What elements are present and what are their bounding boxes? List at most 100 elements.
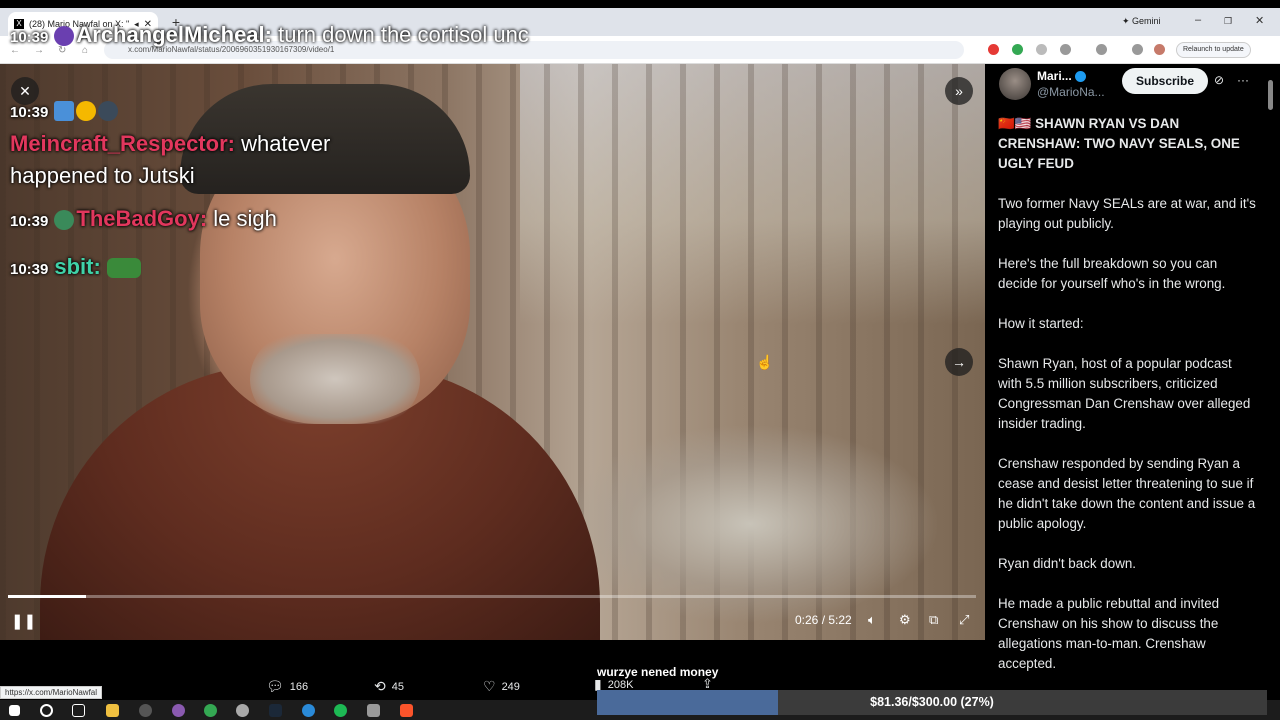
relaunch-button[interactable]: Relaunch to update bbox=[1176, 42, 1251, 58]
app-icon[interactable] bbox=[367, 704, 380, 717]
more-options-icon[interactable]: ··· bbox=[1237, 73, 1249, 87]
subscribe-button[interactable]: Subscribe bbox=[1122, 68, 1209, 94]
goal-label: wurzye nened money bbox=[597, 665, 719, 679]
repost-icon: ⟲ bbox=[374, 678, 386, 694]
chat-colon: : bbox=[264, 22, 279, 47]
chat-colon: : bbox=[93, 254, 107, 279]
tweet-paragraph: Ryan didn't back down. bbox=[998, 556, 1137, 571]
badge-icon bbox=[76, 101, 97, 122]
file-explorer-icon[interactable] bbox=[106, 704, 119, 717]
tweet-panel: Mari... @MarioNa... Subscribe ⊘ ··· 🇨🇳🇺🇸… bbox=[985, 64, 1273, 688]
app-icon[interactable] bbox=[139, 704, 152, 717]
user-badge-icon bbox=[54, 210, 75, 231]
tweet-title: 🇨🇳🇺🇸 SHAWN RYAN VS DAN CRENSHAW: TWO NAV… bbox=[998, 114, 1256, 174]
grok-icon[interactable]: ⊘ bbox=[1214, 73, 1224, 87]
tweet-paragraph: Here's the full breakdown so you can dec… bbox=[998, 256, 1226, 291]
chat-time: 10:39 bbox=[10, 213, 49, 230]
spotify-icon[interactable] bbox=[334, 704, 347, 717]
user-badge-icon bbox=[54, 26, 75, 47]
donation-goal-bar: $81.36/$300.00 (27%) bbox=[597, 690, 1267, 715]
tweet-paragraph: How it started: bbox=[998, 316, 1084, 331]
video-path bbox=[560, 424, 940, 624]
emote-icon bbox=[106, 258, 141, 279]
heart-icon: ♡ bbox=[483, 678, 496, 694]
chat-time: 10:39 bbox=[10, 104, 49, 121]
donation-goal-text: $81.36/$300.00 (27%) bbox=[870, 695, 994, 709]
tweet-paragraph: He made a public rebuttal and invited Cr… bbox=[998, 596, 1220, 671]
panel-scrollbar[interactable] bbox=[1268, 80, 1273, 110]
profile-avatar-icon[interactable] bbox=[1154, 44, 1165, 55]
tweet-title-text: SHAWN RYAN VS DAN CRENSHAW: TWO NAVY SEA… bbox=[998, 116, 1240, 171]
chat-message: Meincraft_Respector: whatever happened t… bbox=[10, 128, 390, 192]
view-count: 208K bbox=[607, 678, 634, 691]
volume-icon[interactable]: 🔈︎ bbox=[868, 612, 876, 628]
flag-icon: 🇨🇳🇺🇸 bbox=[998, 116, 1032, 131]
like-count: 249 bbox=[501, 680, 520, 693]
video-progress-fill bbox=[8, 595, 87, 598]
windows-start-icon[interactable] bbox=[9, 705, 20, 716]
chat-text: turn down the cortisol unc bbox=[278, 22, 529, 47]
tweet-paragraph: Two former Navy SEALs are at war, and it… bbox=[998, 196, 1256, 231]
chat-time: 10:39 bbox=[10, 29, 49, 46]
next-arrow-icon[interactable]: → bbox=[945, 348, 973, 376]
reply-button[interactable]: 💬︎ 166 bbox=[266, 678, 308, 695]
sidebar-icon[interactable] bbox=[1096, 44, 1107, 55]
video-scrubber[interactable] bbox=[8, 595, 976, 598]
search-icon[interactable] bbox=[40, 704, 53, 717]
repost-button[interactable]: ⟲ 45 bbox=[374, 678, 404, 695]
chat-username: ArchangelMicheal bbox=[76, 22, 265, 47]
avatar[interactable] bbox=[999, 68, 1031, 100]
link-status-bubble: https://x.com/MarioNawfal bbox=[0, 686, 103, 699]
chat-username: TheBadGoy bbox=[76, 206, 200, 231]
tweet-actions-bar: 💬︎ 166 ⟲ 45 ♡ 249 ▮ 208K ⇪ bbox=[0, 640, 985, 694]
screen: X (28) Mario Nawfal on X: "SI... ◂ ✕ + ✦… bbox=[0, 0, 1280, 720]
chrome-icon[interactable] bbox=[204, 704, 217, 717]
badge-icon bbox=[54, 101, 75, 122]
chat-username: sbit bbox=[54, 254, 94, 279]
task-view-icon[interactable] bbox=[72, 704, 85, 717]
chat-message: 10:39 sbit: bbox=[10, 254, 143, 280]
author-handle[interactable]: @MarioNa... bbox=[1037, 85, 1105, 99]
pause-icon[interactable]: ❚❚ bbox=[11, 612, 36, 630]
tweet-body: 🇨🇳🇺🇸 SHAWN RYAN VS DAN CRENSHAW: TWO NAV… bbox=[998, 114, 1256, 688]
steam-icon[interactable] bbox=[269, 704, 282, 717]
repost-count: 45 bbox=[391, 680, 404, 693]
video-time: 0:26 / 5:22 bbox=[795, 613, 852, 627]
obs-icon[interactable] bbox=[172, 704, 185, 717]
expand-panel-icon[interactable]: » bbox=[945, 77, 973, 105]
chat-time: 10:39 bbox=[10, 261, 49, 278]
author-name-text: Mari... bbox=[1037, 69, 1072, 83]
chat-message: 10:39 ArchangelMicheal: turn down the cor… bbox=[10, 22, 529, 48]
author-name[interactable]: Mari... bbox=[1037, 69, 1086, 83]
chat-message: 10:39 TheBadGoy: le sigh bbox=[10, 206, 277, 232]
cursor-icon: ☝ bbox=[756, 354, 774, 370]
chat-colon: : bbox=[199, 206, 214, 231]
verified-badge-icon bbox=[1074, 71, 1086, 83]
reply-icon: 💬︎ bbox=[266, 678, 284, 694]
tweet-paragraph: Shawn Ryan, host of a popular podcast wi… bbox=[998, 356, 1251, 431]
chat-message: 10:39 bbox=[10, 97, 120, 123]
gemini-button[interactable]: ✦ Gemini bbox=[1122, 16, 1161, 27]
reply-count: 166 bbox=[289, 680, 309, 693]
brave-icon[interactable] bbox=[400, 704, 413, 717]
minimize-icon[interactable]: – bbox=[1195, 14, 1201, 26]
like-button[interactable]: ♡ 249 bbox=[483, 678, 520, 695]
app-icon[interactable] bbox=[236, 704, 249, 717]
fullscreen-icon[interactable]: ⤢ bbox=[959, 612, 969, 628]
tweet-paragraph: Crenshaw responded by sending Ryan a cea… bbox=[998, 456, 1256, 531]
extension-icon[interactable] bbox=[1036, 44, 1047, 55]
extension-icon[interactable] bbox=[1012, 44, 1023, 55]
extension-icon[interactable] bbox=[988, 44, 999, 55]
chat-colon: : bbox=[227, 131, 242, 156]
badge-icon bbox=[98, 101, 119, 122]
edge-icon[interactable] bbox=[302, 704, 315, 717]
puzzle-icon[interactable] bbox=[1060, 44, 1071, 55]
settings-gear-icon[interactable]: ⚙ bbox=[899, 612, 911, 628]
picture-in-picture-icon[interactable]: ⧉ bbox=[929, 612, 938, 628]
media-icon[interactable] bbox=[1132, 44, 1143, 55]
gemini-label: Gemini bbox=[1132, 16, 1161, 26]
maximize-icon[interactable]: ❐ bbox=[1224, 16, 1232, 27]
window-close-icon[interactable]: ✕ bbox=[1255, 14, 1264, 27]
video-person-beard bbox=[250, 334, 420, 424]
chat-username: Meincraft_Respector bbox=[10, 131, 228, 156]
